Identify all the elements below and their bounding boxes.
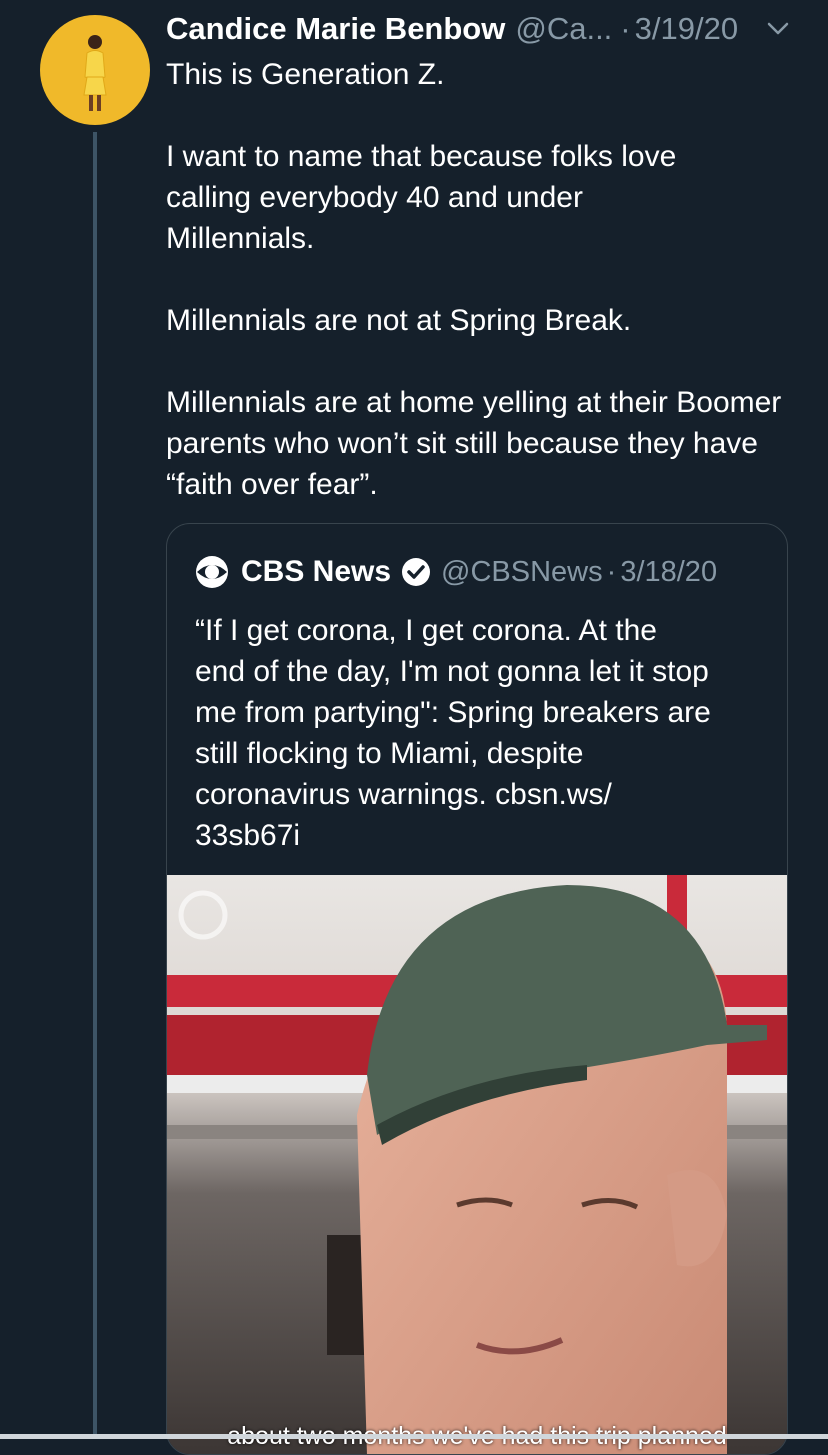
quoted-tweet[interactable]: CBS News @CBSNews · 3/18/20 “If I get co… — [166, 523, 788, 1455]
avatar[interactable] — [40, 15, 150, 125]
quoted-text-line[interactable]: coronavirus warnings. cbsn.ws/ — [195, 774, 770, 815]
avatar-figure — [83, 35, 107, 111]
quoted-text-line: end of the day, I'm not gonna let it sto… — [195, 655, 709, 688]
author-handle[interactable]: @Ca... — [515, 11, 612, 47]
quoted-text-line: me from partying": Spring breakers are — [195, 696, 711, 729]
quoted-date[interactable]: 3/18/20 — [620, 556, 717, 589]
quoted-tweet-header: CBS News @CBSNews · 3/18/20 — [195, 552, 717, 592]
quoted-tweet-text: “If I get corona, I get corona. At the e… — [195, 610, 770, 856]
quoted-text-line: still flocking to Miami, despite — [195, 737, 584, 770]
tweet-text: This is Generation Z. I want to name tha… — [166, 54, 806, 505]
bottom-bar — [0, 1434, 828, 1439]
quoted-author-handle[interactable]: @CBSNews — [441, 556, 603, 589]
verified-badge-icon — [402, 558, 431, 586]
header-separator: · — [620, 11, 631, 46]
chevron-down-icon[interactable] — [765, 18, 791, 40]
quoted-text-line[interactable]: 33sb67i — [195, 815, 770, 856]
tweet-paragraph: This is Generation Z. — [166, 58, 445, 91]
quoted-separator: · — [606, 555, 617, 588]
thread-line — [93, 132, 97, 1439]
tweet-date[interactable]: 3/19/20 — [635, 11, 738, 47]
video-thumbnail[interactable]: about two months we've had this trip pla… — [167, 875, 787, 1454]
quoted-text-line: “If I get corona, I get corona. At the — [195, 614, 657, 647]
tweet-paragraph: Millennials are not at Spring Break. — [166, 304, 632, 337]
tweet-header: Candice Marie Benbow @Ca... · 3/19/20 — [166, 8, 738, 50]
quoted-author-name[interactable]: CBS News — [241, 555, 391, 589]
tweet-paragraph: I want to name that because folks love c… — [166, 140, 677, 255]
author-name[interactable]: Candice Marie Benbow — [166, 11, 505, 47]
tweet-paragraph: Millennials are at home yelling at their… — [166, 386, 782, 501]
cbs-eye-logo — [196, 556, 228, 588]
video-frame — [167, 875, 787, 1454]
